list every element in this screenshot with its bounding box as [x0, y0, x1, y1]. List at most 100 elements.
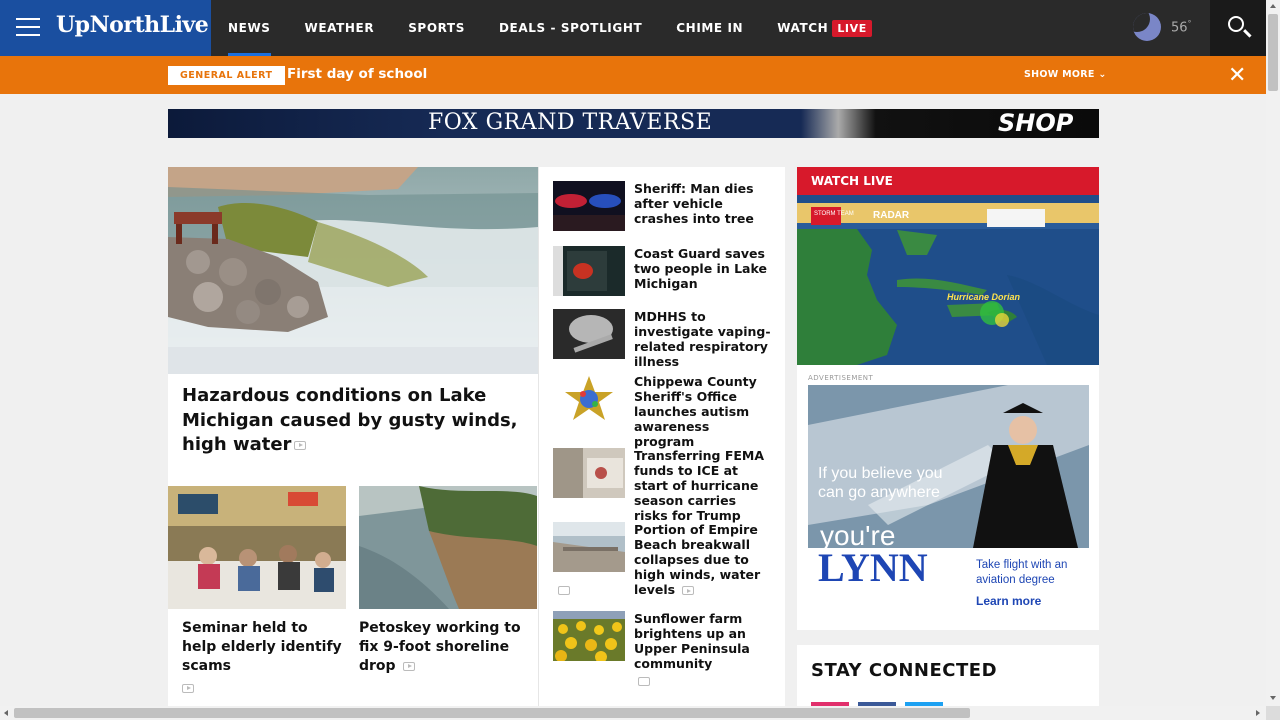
list-title: Chippewa County Sheriff's Office launche…: [634, 374, 757, 449]
horizontal-scrollbar[interactable]: [0, 706, 1266, 720]
search-icon: [1228, 16, 1244, 32]
top-navigation: UpNorthLive NEWS WEATHER SPORTS DEALS - …: [0, 0, 1266, 56]
temperature-unit: °: [1187, 18, 1192, 28]
lynn-ad-graphic: If you believe you can go anywhere you'r…: [808, 385, 1089, 620]
brand-block: UpNorthLive: [0, 0, 211, 56]
sub-story-title-text: Petoskey working to fix 9-foot shoreline…: [359, 620, 521, 674]
ad-brand: LYNN: [818, 545, 928, 590]
scroll-down-arrow[interactable]: [1270, 696, 1276, 700]
search-button[interactable]: [1210, 0, 1266, 56]
nav-item-weather[interactable]: WEATHER: [305, 0, 375, 56]
sub-story-title: Petoskey working to fix 9-foot shoreline…: [359, 619, 537, 676]
stay-connected-title: STAY CONNECTED: [811, 660, 998, 681]
chevron-down-icon: ⌄: [1098, 69, 1107, 80]
sub-story-title-text: Seminar held to help elderly identify sc…: [182, 620, 342, 674]
temperature: 56°: [1171, 19, 1192, 35]
show-more-label: SHOW MORE: [1024, 69, 1095, 80]
alert-tag: GENERAL ALERT: [168, 66, 285, 85]
vaping-thumb: [553, 309, 625, 359]
nav-item-deals-spotlight[interactable]: DEALS - SPOTLIGHT: [499, 0, 642, 56]
menu-icon[interactable]: [16, 18, 40, 38]
sub-story-seminar[interactable]: Seminar held to help elderly identify sc…: [168, 486, 346, 695]
video-icon: [403, 661, 416, 671]
radar-map: STORM TEAM RADAR Hurricane Dorian: [797, 195, 1099, 365]
close-icon[interactable]: ✕: [1228, 63, 1246, 88]
list-title: Coast Guard saves two people in Lake Mic…: [634, 246, 767, 291]
seminar-photo: [168, 486, 346, 609]
column-divider: [538, 167, 539, 707]
sheriff-badge-thumb: [553, 374, 625, 424]
list-title: Sunflower farm brightens up an Upper Pen…: [634, 611, 772, 686]
scroll-left-arrow[interactable]: [4, 710, 8, 716]
list-title: Portion of Empire Beach breakwall collap…: [634, 522, 772, 597]
nav-item-watch-live[interactable]: WATCH LIVE: [777, 0, 872, 56]
show-more-button[interactable]: SHOW MORE ⌄: [1024, 69, 1107, 80]
ad-headline-line: If you believe you: [818, 465, 943, 482]
stay-connected-card: STAY CONNECTED: [797, 645, 1099, 715]
temperature-value: 56: [1171, 20, 1188, 36]
vertical-scroll-thumb[interactable]: [1268, 14, 1278, 91]
watch-live-heading[interactable]: WATCH LIVE: [797, 167, 1099, 195]
nav-item-chime-in[interactable]: CHIME IN: [676, 0, 743, 56]
list-title: Transferring FEMA funds to ICE at start …: [634, 448, 765, 523]
side-advertisement[interactable]: If you believe you can go anywhere you'r…: [808, 385, 1089, 620]
ad-tagline-line: aviation degree: [976, 574, 1055, 586]
advertisement-label: ADVERTISEMENT: [808, 374, 874, 382]
ad-headline-line: can go anywhere: [818, 484, 940, 501]
live-video-player[interactable]: STORM TEAM RADAR Hurricane Dorian: [797, 195, 1099, 365]
hero-title[interactable]: Hazardous conditions on Lake Michigan ca…: [182, 384, 522, 458]
storm-team-label: STORM TEAM: [814, 211, 854, 217]
storm-name-label: Hurricane Dorian: [947, 292, 1021, 302]
photo-icon: [638, 677, 650, 686]
ad-cta: Learn more: [976, 594, 1042, 608]
site-logo[interactable]: UpNorthLive: [56, 12, 209, 38]
ad-tagline-line: Take flight with an: [976, 559, 1067, 571]
scroll-up-arrow[interactable]: [1270, 4, 1276, 8]
sub-story-petoskey[interactable]: Petoskey working to fix 9-foot shoreline…: [359, 486, 537, 676]
search-icon-handle: [1243, 29, 1252, 38]
moon-icon: [1133, 13, 1161, 41]
horizontal-scroll-thumb[interactable]: [14, 708, 970, 718]
list-title: MDHHS to investigate vaping-related resp…: [634, 309, 771, 369]
sub-story-title: Seminar held to help elderly identify sc…: [168, 619, 346, 695]
sunflower-thumb: [553, 611, 625, 661]
seminar-image: [168, 486, 346, 609]
watch-live-card: WATCH LIVE STORM TEAM RADAR Hurricane Do…: [797, 167, 1099, 630]
video-icon: [682, 586, 695, 595]
nav-item-sports[interactable]: SPORTS: [408, 0, 465, 56]
video-icon: [182, 683, 194, 693]
fema-building-thumb: [553, 448, 625, 498]
shoreline-image: [359, 486, 537, 609]
live-badge: LIVE: [832, 20, 872, 37]
hero-title-text: Hazardous conditions on Lake Michigan ca…: [182, 385, 518, 455]
photo-icon: [558, 586, 570, 595]
list-title-text: Sunflower farm brightens up an Upper Pen…: [634, 611, 750, 671]
vertical-scrollbar[interactable]: [1266, 0, 1280, 706]
shoreline-photo: [359, 486, 537, 609]
list-title-text: Portion of Empire Beach breakwall collap…: [634, 522, 761, 597]
list-thumbnail: [553, 246, 625, 296]
list-thumbnail: [553, 309, 625, 359]
video-icon: [294, 440, 307, 450]
police-lights-thumb: [553, 181, 625, 231]
list-thumbnail: [553, 522, 625, 572]
alert-text[interactable]: First day of school: [287, 66, 427, 82]
hero-image[interactable]: [168, 167, 538, 374]
list-thumbnail: [553, 611, 625, 661]
list-thumbnail: [553, 448, 625, 498]
nav-item-watch-label: WATCH: [777, 21, 829, 35]
weather-widget[interactable]: 56°: [1133, 13, 1192, 41]
lake-waves-image: [168, 167, 538, 374]
ad-banner-cta: SHOP: [998, 109, 1074, 137]
coast-guard-thumb: [553, 246, 625, 296]
list-title: Sheriff: Man dies after vehicle crashes …: [634, 181, 754, 226]
alert-bar: GENERAL ALERT First day of school SHOW M…: [0, 56, 1266, 94]
ad-banner[interactable]: FOX GRAND TRAVERSE SHOP: [168, 109, 1099, 138]
list-thumbnail: [553, 374, 625, 424]
nav-item-news[interactable]: NEWS: [228, 0, 271, 56]
scroll-right-arrow[interactable]: [1256, 710, 1260, 716]
main-stories-card: Hazardous conditions on Lake Michigan ca…: [168, 167, 785, 707]
main-nav: NEWS WEATHER SPORTS DEALS - SPOTLIGHT CH…: [228, 0, 906, 56]
ad-banner-brand: FOX GRAND TRAVERSE: [428, 110, 713, 135]
list-thumbnail: [553, 181, 625, 231]
